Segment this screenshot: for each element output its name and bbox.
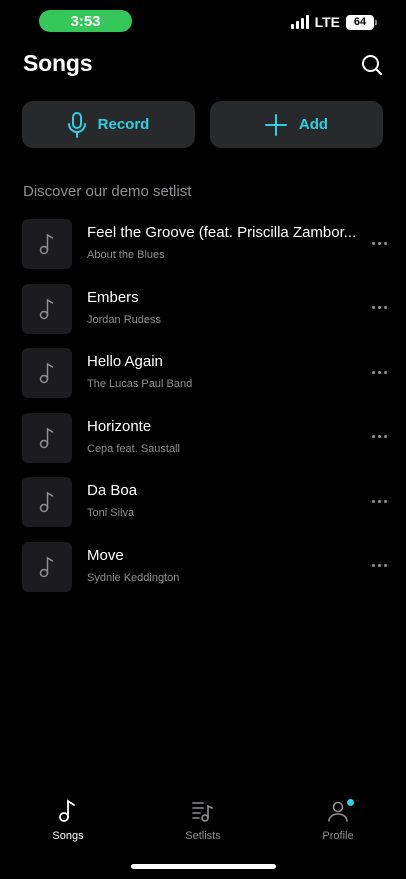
- search-icon: [362, 55, 382, 75]
- tab-setlists[interactable]: Setlists: [158, 798, 248, 842]
- music-note-icon: [39, 491, 54, 513]
- status-bar: 3:53 LTE 64: [0, 0, 406, 44]
- profile-icon: [325, 798, 354, 824]
- status-time: 3:53: [39, 10, 132, 32]
- song-row[interactable]: Horizonte Cepa feat. Saustall: [0, 412, 406, 478]
- more-options-icon[interactable]: [369, 236, 389, 250]
- music-note-icon: [39, 362, 54, 384]
- section-heading: Discover our demo setlist: [23, 183, 192, 200]
- song-thumbnail: [22, 283, 72, 334]
- tab-profile[interactable]: Profile: [293, 798, 383, 842]
- music-note-icon: [39, 556, 54, 577]
- song-artist: Cepa feat. Saustall: [87, 442, 180, 455]
- song-title: Hello Again: [87, 353, 163, 370]
- song-thumbnail: [22, 412, 72, 463]
- song-thumbnail: [22, 219, 72, 269]
- song-title: Da Boa: [87, 482, 138, 499]
- more-options-icon[interactable]: [369, 301, 389, 315]
- song-artist: About the Blues: [87, 249, 165, 261]
- notification-badge: [347, 799, 354, 806]
- more-options-icon[interactable]: [369, 559, 389, 573]
- song-title: Embers: [87, 288, 139, 306]
- status-indicators: LTE 64: [290, 14, 377, 30]
- home-indicator: [131, 864, 276, 869]
- music-note-icon: [39, 233, 54, 255]
- tab-songs[interactable]: Songs: [23, 798, 113, 842]
- music-note-icon: [39, 427, 54, 448]
- network-label: LTE: [314, 14, 340, 30]
- more-options-icon[interactable]: [369, 430, 389, 444]
- page-title: Songs: [23, 50, 93, 76]
- tab-label: Songs: [52, 830, 84, 842]
- search-button[interactable]: [358, 51, 386, 79]
- tab-label: Setlists: [185, 830, 221, 842]
- song-title: Move: [87, 546, 124, 564]
- signal-icon: [290, 15, 309, 29]
- song-row[interactable]: Hello Again The Lucas Paul Band: [0, 348, 406, 413]
- microphone-icon: [67, 111, 86, 138]
- song-artist: The Lucas Paul Band: [87, 378, 193, 390]
- add-button[interactable]: Add: [210, 101, 383, 148]
- song-artist: Sydnie Keddington: [87, 571, 180, 584]
- song-thumbnail: [22, 541, 72, 592]
- song-row[interactable]: Feel the Groove (feat. Priscilla Zambor.…: [0, 219, 406, 284]
- song-row[interactable]: Embers Jordan Rudess: [0, 283, 406, 349]
- song-artist: Toni Silva: [87, 507, 135, 519]
- add-label: Add: [298, 116, 329, 133]
- tab-label: Profile: [322, 830, 354, 842]
- song-title: Feel the Groove (feat. Priscilla Zambor.…: [87, 224, 357, 241]
- plus-icon: [264, 113, 287, 136]
- more-options-icon[interactable]: [369, 365, 389, 379]
- music-note-icon: [55, 798, 81, 824]
- record-label: Record: [97, 116, 150, 133]
- more-options-icon[interactable]: [369, 494, 389, 508]
- song-artist: Jordan Rudess: [87, 313, 161, 326]
- record-button[interactable]: Record: [22, 101, 195, 148]
- song-thumbnail: [22, 348, 72, 398]
- song-title: Horizonte: [87, 417, 152, 435]
- song-list: Feel the Groove (feat. Priscilla Zambor.…: [0, 219, 406, 606]
- song-row[interactable]: Move Sydnie Keddington: [0, 541, 406, 607]
- tab-bar: Songs Setlists Profile: [0, 798, 406, 858]
- song-row[interactable]: Da Boa Toni Silva: [0, 477, 406, 542]
- setlist-icon: [190, 798, 216, 824]
- music-note-icon: [39, 298, 54, 319]
- song-thumbnail: [22, 477, 72, 527]
- battery-icon: 64: [346, 14, 377, 30]
